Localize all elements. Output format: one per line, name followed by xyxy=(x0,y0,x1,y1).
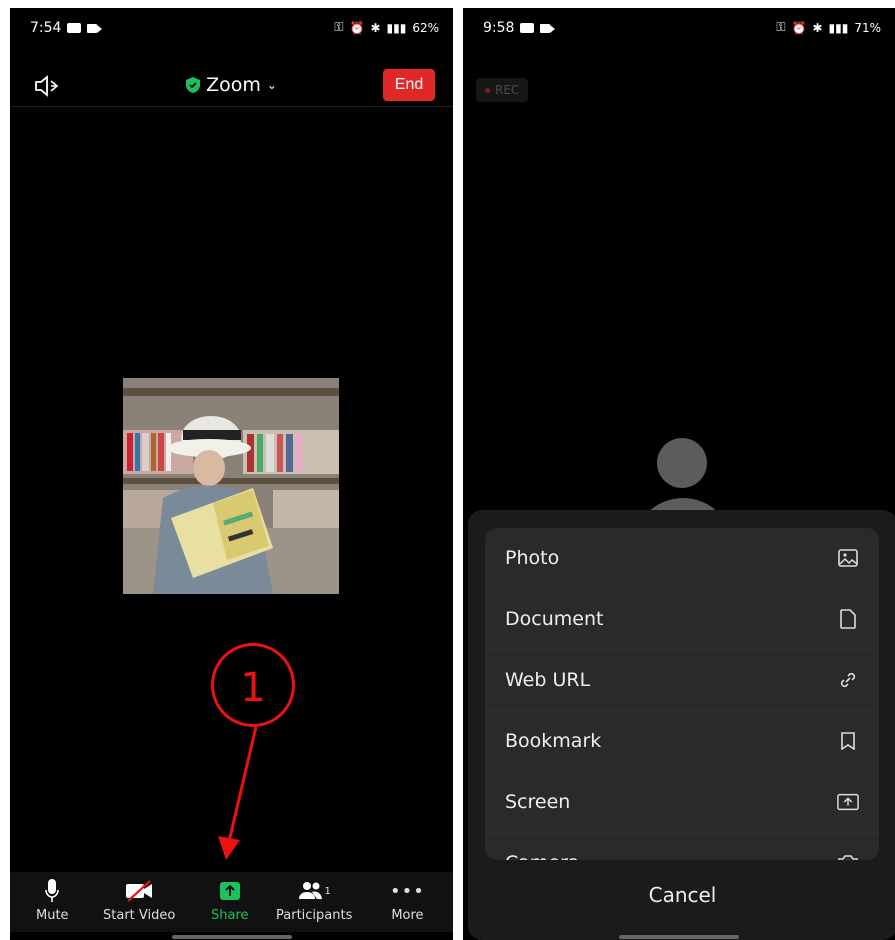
battery-level: 71% xyxy=(854,20,881,35)
share-option-photo[interactable]: Photo xyxy=(485,528,879,589)
share-options-list: Photo Document Web URL Bookmark Screen C… xyxy=(485,528,879,860)
home-indicator xyxy=(171,935,292,939)
participants-icon xyxy=(298,882,322,899)
rec-label: REC xyxy=(495,83,520,97)
alarm-icon: ⏰ xyxy=(791,20,807,35)
image-icon xyxy=(837,547,859,569)
share-option-web-url[interactable]: Web URL xyxy=(485,650,879,711)
share-option-screen[interactable]: Screen xyxy=(485,772,879,833)
video-off-icon xyxy=(126,880,153,902)
share-label: Share xyxy=(211,908,249,923)
mute-button[interactable]: Mute xyxy=(36,878,69,923)
video-recording-icon xyxy=(540,23,556,33)
status-bar: 9:58 ⚿ ⏰ ✱ ▮▮▮ 71% xyxy=(463,8,895,48)
participants-button[interactable]: 1 Participants xyxy=(276,878,352,923)
avatar-placeholder-head xyxy=(657,438,707,488)
start-video-button[interactable]: Start Video xyxy=(103,878,175,923)
vpn-key-icon: ⚿ xyxy=(776,20,786,34)
document-icon xyxy=(837,608,859,630)
left-screenshot-in-meeting: 7:54 ⚿ ⏰ ✱ ▮▮▮ 62% Zoom ⌄ End 1 Mute Sta… xyxy=(10,8,453,940)
bluetooth-icon: ✱ xyxy=(812,20,823,35)
more-icon: ••• xyxy=(390,880,425,902)
signal-icon: ▮▮▮ xyxy=(828,20,849,35)
home-indicator xyxy=(619,935,739,939)
recording-badge: REC xyxy=(476,78,529,102)
mic-icon xyxy=(45,879,60,902)
share-option-document[interactable]: Document xyxy=(485,589,879,650)
gallery-icon xyxy=(520,23,535,33)
status-time: 9:58 xyxy=(483,20,515,36)
screen-share-icon xyxy=(837,791,859,813)
share-button[interactable]: Share xyxy=(211,878,249,923)
link-icon xyxy=(837,669,859,691)
mute-label: Mute xyxy=(36,908,69,923)
participants-count-badge: 1 xyxy=(324,885,331,897)
bookmark-icon xyxy=(837,730,859,752)
share-option-camera[interactable]: Camera xyxy=(485,833,879,860)
share-option-bookmark[interactable]: Bookmark xyxy=(485,711,879,772)
record-dot-icon xyxy=(485,87,490,93)
meeting-toolbar: Mute Start Video Share 1 Participants ••… xyxy=(10,872,453,932)
more-button[interactable]: ••• More xyxy=(390,878,425,924)
camera-icon xyxy=(837,852,859,860)
start-video-label: Start Video xyxy=(103,908,176,923)
share-icon xyxy=(219,882,240,900)
more-label: More xyxy=(391,908,424,923)
annotation-arrow xyxy=(218,726,258,860)
cancel-button[interactable]: Cancel xyxy=(468,860,895,930)
right-screenshot-share-menu: 9:58 ⚿ ⏰ ✱ ▮▮▮ 71% REC Photo Document We… xyxy=(463,8,895,940)
participants-label: Participants xyxy=(276,908,353,923)
share-bottom-sheet: Photo Document Web URL Bookmark Screen C… xyxy=(468,510,895,940)
